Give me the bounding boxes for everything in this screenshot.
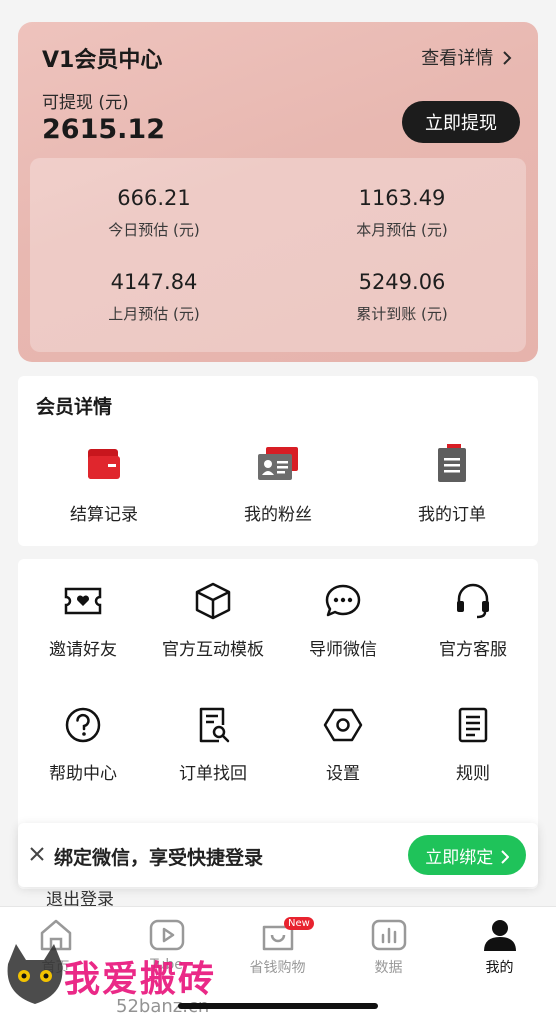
settlement-records-item[interactable]: 结算记录 — [24, 444, 184, 525]
stat-label: 今日预估 (元) — [108, 221, 200, 239]
view-details-label: 查看详情 — [421, 48, 494, 69]
order-recovery-item[interactable]: 订单找回 — [148, 705, 278, 784]
help-center-label: 帮助中心 — [49, 764, 117, 784]
tab-home-label: 首页 — [41, 960, 70, 976]
rules-item[interactable]: 规则 — [408, 705, 538, 784]
order-clipboard-icon — [438, 444, 466, 482]
bind-now-label: 立即绑定 — [425, 847, 494, 868]
mentor-wechat-label: 导师微信 — [309, 640, 377, 660]
home-icon — [40, 919, 71, 951]
withdrawable-balance: 2615.12 — [42, 114, 165, 145]
tab-shopping[interactable]: New 省钱购物 — [222, 917, 333, 977]
view-details-link[interactable]: 查看详情 — [421, 44, 512, 70]
help-center-item[interactable]: 帮助中心 — [18, 705, 148, 784]
tab-home[interactable]: 首页 — [0, 917, 111, 977]
bar-chart-icon — [371, 919, 406, 951]
tab-video-label: Tube — [150, 957, 183, 973]
document-search-icon — [199, 707, 230, 743]
new-badge: New — [284, 917, 314, 930]
question-circle-icon — [65, 707, 101, 743]
settlement-records-label: 结算记录 — [70, 505, 138, 525]
mentor-wechat-item[interactable]: 导师微信 — [278, 581, 408, 660]
stat-total-received: 5249.06 累计到账 (元) — [278, 270, 526, 324]
chat-bubble-icon — [325, 584, 361, 617]
stat-value: 5249.06 — [358, 270, 446, 294]
settings-item[interactable]: 设置 — [278, 705, 408, 784]
rules-list-icon — [458, 707, 488, 743]
profile-icon — [483, 920, 516, 951]
withdrawable-label: 可提现 (元) — [42, 93, 129, 113]
my-fans-item[interactable]: 我的粉丝 — [198, 444, 358, 525]
stat-last-month: 4147.84 上月预估 (元) — [30, 270, 278, 324]
stat-value: 666.21 — [117, 186, 191, 210]
member-details-title: 会员详情 — [36, 396, 113, 418]
bind-wechat-banner: 绑定微信，享受快捷登录 立即绑定 — [18, 823, 538, 887]
hexagon-settings-icon — [323, 708, 363, 742]
vip-card: V1会员中心 查看详情 可提现 (元) 2615.12 立即提现 666.21 … — [18, 22, 538, 362]
earnings-stats-panel: 666.21 今日预估 (元) 1163.49 本月预估 (元) 4147.84… — [30, 158, 526, 352]
member-details-card: 会员详情 结算记录 我的粉丝 我的订单 — [18, 376, 538, 546]
customer-service-label: 官方客服 — [439, 640, 507, 660]
order-recovery-label: 订单找回 — [179, 764, 247, 784]
vip-title: V1会员中心 — [42, 48, 163, 73]
bind-wechat-text: 绑定微信，享受快捷登录 — [54, 847, 264, 869]
official-template-label: 官方互动模板 — [162, 640, 264, 660]
my-orders-item[interactable]: 我的订单 — [372, 444, 532, 525]
my-orders-label: 我的订单 — [418, 505, 486, 525]
play-icon — [149, 919, 184, 951]
stat-value: 4147.84 — [110, 270, 198, 294]
tab-data-label: 数据 — [374, 960, 403, 976]
customer-service-item[interactable]: 官方客服 — [408, 581, 538, 660]
bind-now-button[interactable]: 立即绑定 — [408, 835, 526, 875]
close-icon[interactable] — [28, 843, 46, 865]
tab-video[interactable]: Tube — [111, 917, 222, 973]
headset-icon — [457, 583, 489, 619]
invite-friends-item[interactable]: 邀请好友 — [18, 581, 148, 660]
stat-label: 本月预估 (元) — [356, 221, 448, 239]
ticket-heart-icon — [64, 587, 102, 615]
tab-mine[interactable]: 我的 — [444, 917, 555, 977]
tab-shopping-label: 省钱购物 — [249, 960, 306, 976]
cube-icon — [195, 582, 231, 620]
chevron-right-icon — [503, 51, 512, 65]
fans-card-icon — [258, 447, 298, 480]
home-indicator — [178, 1003, 378, 1009]
settings-label: 设置 — [326, 764, 360, 784]
wallet-icon — [88, 449, 120, 479]
chevron-right-icon — [500, 849, 510, 864]
stat-label: 上月预估 (元) — [108, 305, 200, 323]
my-fans-label: 我的粉丝 — [244, 505, 312, 525]
invite-friends-label: 邀请好友 — [49, 640, 117, 660]
stat-value: 1163.49 — [358, 186, 446, 210]
rules-label: 规则 — [456, 764, 490, 784]
withdraw-button[interactable]: 立即提现 — [402, 101, 520, 143]
stat-label: 累计到账 (元) — [356, 305, 448, 323]
stat-today: 666.21 今日预估 (元) — [30, 186, 278, 240]
stat-this-month: 1163.49 本月预估 (元) — [278, 186, 526, 240]
official-template-item[interactable]: 官方互动模板 — [148, 581, 278, 660]
tab-data[interactable]: 数据 — [333, 917, 444, 977]
tab-mine-label: 我的 — [485, 960, 514, 976]
